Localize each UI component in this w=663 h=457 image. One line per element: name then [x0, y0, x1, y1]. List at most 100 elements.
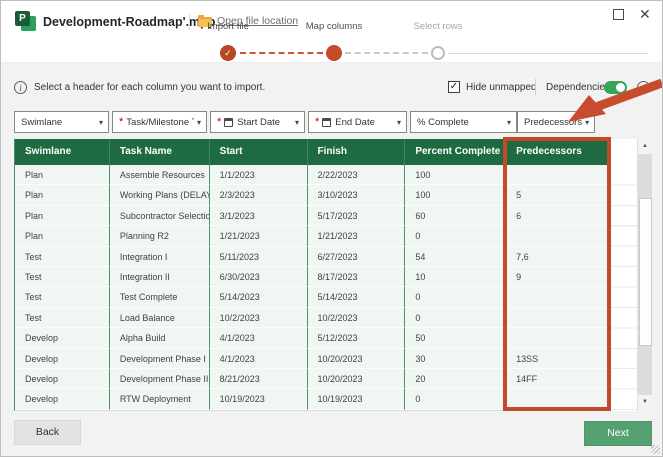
cell-start: 4/1/2023: [210, 328, 308, 348]
cell-start: 8/21/2023: [210, 369, 308, 389]
table-row[interactable]: Develop Alpha Build 4/1/2023 5/12/2023 5…: [15, 328, 609, 348]
table-row[interactable]: Plan Subcontractor Selection 3/1/2023 5/…: [15, 206, 609, 226]
cell-finish: 5/17/2023: [308, 206, 406, 226]
table-row[interactable]: Test Integration II 6/30/2023 8/17/2023 …: [15, 267, 609, 287]
header-start: Start: [210, 139, 308, 165]
dropdown-selected-label: Swimlane: [21, 117, 96, 128]
table-row[interactable]: Develop RTW Deployment 10/19/2023 10/19/…: [15, 389, 609, 409]
close-button[interactable]: ✕: [639, 5, 651, 23]
next-button[interactable]: Next: [584, 421, 652, 446]
cell-swimlane: Develop: [15, 349, 110, 369]
header-swimlane: Swimlane: [15, 139, 110, 165]
preview-table: Swimlane Task Name Start Finish Percent …: [14, 139, 652, 411]
header-predecessors: Predecessors: [506, 139, 609, 165]
column-mapping-dropdown[interactable]: * Task/Milestone Title ▾: [112, 111, 207, 133]
table-row[interactable]: Develop Development Phase I 4/1/2023 10/…: [15, 349, 609, 369]
scrollbar-thumb[interactable]: [639, 198, 652, 346]
step-label-select-rows: Select rows: [413, 21, 462, 32]
cell-task-name: Alpha Build: [110, 328, 210, 348]
dropdown-selected-label: Predecessors: [524, 117, 582, 128]
cell-percent-complete: 60: [405, 206, 506, 226]
cell-start: 5/11/2023: [210, 247, 308, 267]
cell-percent-complete: 10: [405, 267, 506, 287]
table-header-row: Swimlane Task Name Start Finish Percent …: [15, 139, 609, 165]
cell-task-name: Test Complete: [110, 287, 210, 307]
cell-finish: 10/20/2023: [308, 349, 406, 369]
scroll-up-button[interactable]: ▲: [638, 139, 652, 154]
cell-percent-complete: 0: [405, 308, 506, 328]
cell-predecessors: [506, 226, 609, 246]
required-asterisk: *: [217, 118, 221, 126]
chevron-down-icon: ▾: [295, 118, 299, 127]
step-circle-select-rows[interactable]: [431, 46, 445, 60]
step-circle-map-columns[interactable]: [326, 45, 342, 61]
cell-predecessors: 6: [506, 206, 609, 226]
cell-task-name: Assemble Resources: [110, 165, 210, 185]
table-row[interactable]: Plan Assemble Resources 1/1/2023 2/22/20…: [15, 165, 609, 185]
cell-finish: 1/21/2023: [308, 226, 406, 246]
cell-percent-complete: 100: [405, 165, 506, 185]
dependencies-label: Dependencies: [546, 82, 610, 93]
table-row[interactable]: Test Load Balance 10/2/2023 10/2/2023 0: [15, 308, 609, 328]
cell-task-name: Working Plans (DELAY...: [110, 185, 210, 205]
table-row[interactable]: Test Test Complete 5/14/2023 5/14/2023 0: [15, 287, 609, 307]
chevron-down-icon: ▾: [99, 118, 103, 127]
header-percent-complete: Percent Complete: [405, 139, 506, 165]
table-row[interactable]: Plan Planning R2 1/21/2023 1/21/2023 0: [15, 226, 609, 246]
cell-finish: 5/14/2023: [308, 287, 406, 307]
cell-predecessors: [506, 389, 609, 409]
cell-task-name: Subcontractor Selection: [110, 206, 210, 226]
column-mapping-dropdown[interactable]: * End Date ▾: [308, 111, 407, 133]
column-mapping-dropdown[interactable]: * % Complete ▾: [410, 111, 517, 133]
cell-finish: 10/20/2023: [308, 369, 406, 389]
resize-grip[interactable]: [651, 445, 660, 454]
table-row[interactable]: Develop Development Phase II 8/21/2023 1…: [15, 369, 609, 389]
dependencies-info-icon[interactable]: i: [637, 81, 650, 94]
chevron-down-icon: ▾: [507, 118, 511, 127]
stepper-connector-rest: [448, 53, 648, 54]
dependencies-toggle[interactable]: [604, 81, 627, 94]
column-mapping-dropdown[interactable]: * Start Date ▾: [210, 111, 305, 133]
back-button[interactable]: Back: [14, 420, 81, 445]
cell-percent-complete: 100: [405, 185, 506, 205]
cell-predecessors: [506, 328, 609, 348]
column-mapping-dropdown[interactable]: * Swimlane ▾: [14, 111, 109, 133]
cell-finish: 6/27/2023: [308, 247, 406, 267]
cell-task-name: Integration II: [110, 267, 210, 287]
check-icon: ✓: [450, 81, 458, 92]
ms-project-app-icon: P: [15, 10, 36, 31]
hide-unmapped-label[interactable]: Hide unmapped: [466, 82, 537, 93]
calendar-icon: [224, 118, 233, 127]
cell-start: 1/21/2023: [210, 226, 308, 246]
cell-task-name: Integration I: [110, 247, 210, 267]
cell-predecessors: 13SS: [506, 349, 609, 369]
step-circle-import-file[interactable]: ✓: [220, 45, 236, 61]
table-row[interactable]: Plan Working Plans (DELAY... 2/3/2023 3/…: [15, 185, 609, 205]
column-mapping-dropdown[interactable]: * Predecessors ▾: [517, 111, 595, 133]
stepper-connector-pending: [345, 52, 428, 54]
cell-percent-complete: 0: [405, 389, 506, 409]
cell-start: 6/30/2023: [210, 267, 308, 287]
hide-unmapped-checkbox[interactable]: ✓: [448, 81, 460, 93]
cell-percent-complete: 0: [405, 287, 506, 307]
cell-start: 4/1/2023: [210, 349, 308, 369]
cell-task-name: Load Balance: [110, 308, 210, 328]
check-icon: ✓: [224, 48, 232, 59]
cell-start: 1/1/2023: [210, 165, 308, 185]
cell-percent-complete: 0: [405, 226, 506, 246]
scroll-down-button[interactable]: ▼: [638, 395, 652, 410]
cell-task-name: RTW Deployment: [110, 389, 210, 409]
cell-swimlane: Test: [15, 267, 110, 287]
required-asterisk: *: [119, 118, 123, 126]
vertical-scrollbar[interactable]: ▲ ▼: [638, 139, 652, 410]
stepper-connector-done: [240, 52, 323, 54]
table-row[interactable]: Test Integration I 5/11/2023 6/27/2023 5…: [15, 247, 609, 267]
cell-start: 10/19/2023: [210, 389, 308, 409]
maximize-button[interactable]: [613, 9, 624, 20]
header-finish: Finish: [308, 139, 406, 165]
cell-task-name: Development Phase I: [110, 349, 210, 369]
cell-start: 2/3/2023: [210, 185, 308, 205]
dropdown-selected-label: Start Date: [237, 117, 292, 128]
chevron-down-icon: ▾: [585, 118, 589, 127]
cell-swimlane: Plan: [15, 226, 110, 246]
